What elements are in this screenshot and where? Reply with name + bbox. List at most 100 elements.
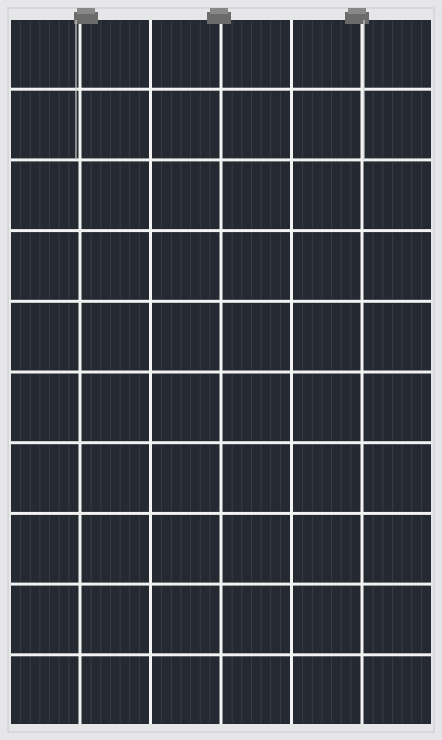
- solar-cell-surface: [222, 585, 290, 654]
- solar-cell: [81, 302, 149, 371]
- solar-cell: [81, 656, 149, 724]
- solar-cell-surface: [11, 232, 79, 300]
- solar-cell-surface: [81, 161, 149, 230]
- solar-cell: [293, 232, 361, 300]
- solar-cell-surface: [81, 302, 149, 371]
- solar-cell-surface: [152, 373, 220, 442]
- solar-cell-surface: [11, 90, 79, 159]
- solar-cell-surface: [363, 514, 431, 583]
- solar-cell: [11, 373, 79, 442]
- solar-cell: [222, 444, 290, 512]
- solar-cell: [81, 585, 149, 654]
- solar-cell-surface: [293, 232, 361, 300]
- solar-cell-surface: [11, 373, 79, 442]
- solar-cell: [11, 585, 79, 654]
- solar-cell-surface: [363, 20, 431, 88]
- solar-cell: [11, 514, 79, 583]
- solar-cell: [152, 444, 220, 512]
- solar-cell-surface: [222, 90, 290, 159]
- solar-cell-surface: [222, 302, 290, 371]
- cell-grid: [11, 20, 431, 724]
- solar-cell-surface: [363, 90, 431, 159]
- solar-cell-surface: [293, 302, 361, 371]
- solar-cell: [293, 90, 361, 159]
- solar-cell: [152, 161, 220, 230]
- solar-cell-surface: [363, 232, 431, 300]
- solar-cell: [152, 20, 220, 88]
- solar-cell: [293, 444, 361, 512]
- junction-box-cap: [77, 8, 95, 14]
- solar-cell-surface: [152, 161, 220, 230]
- solar-cell-surface: [222, 20, 290, 88]
- solar-cell-surface: [152, 585, 220, 654]
- solar-cell-surface: [152, 90, 220, 159]
- solar-cell-surface: [293, 161, 361, 230]
- solar-cell: [293, 656, 361, 724]
- junction-box-cap: [210, 8, 228, 14]
- solar-cell: [152, 585, 220, 654]
- junction-box-cap: [348, 8, 366, 14]
- solar-cell: [11, 20, 79, 88]
- solar-cell-surface: [363, 373, 431, 442]
- solar-cell: [81, 161, 149, 230]
- solar-cell: [293, 514, 361, 583]
- solar-cell: [363, 302, 431, 371]
- solar-cell: [222, 302, 290, 371]
- solar-cell-surface: [293, 656, 361, 724]
- solar-cell: [152, 373, 220, 442]
- solar-cell: [293, 20, 361, 88]
- solar-cell-surface: [81, 514, 149, 583]
- solar-cell-surface: [81, 20, 149, 88]
- solar-cell-surface: [81, 232, 149, 300]
- solar-cell-surface: [11, 656, 79, 724]
- solar-cell-surface: [293, 373, 361, 442]
- solar-cell-surface: [152, 20, 220, 88]
- solar-cell: [293, 585, 361, 654]
- solar-cell-surface: [293, 20, 361, 88]
- solar-cell: [152, 514, 220, 583]
- solar-cell-surface: [152, 302, 220, 371]
- solar-cell: [222, 585, 290, 654]
- solar-panel: [0, 0, 442, 740]
- solar-cell-surface: [152, 656, 220, 724]
- solar-cell: [363, 514, 431, 583]
- solar-cell-surface: [363, 585, 431, 654]
- solar-cell-surface: [363, 302, 431, 371]
- solar-cell: [293, 161, 361, 230]
- solar-cell-surface: [152, 232, 220, 300]
- solar-cell-surface: [363, 161, 431, 230]
- solar-cell-surface: [152, 514, 220, 583]
- solar-cell: [363, 444, 431, 512]
- solar-cell-surface: [11, 444, 79, 512]
- solar-cell-surface: [222, 232, 290, 300]
- solar-cell: [363, 656, 431, 724]
- solar-cell: [11, 656, 79, 724]
- solar-cell-surface: [222, 444, 290, 512]
- solar-cell-surface: [222, 373, 290, 442]
- solar-cell-surface: [11, 20, 79, 88]
- solar-cell: [11, 90, 79, 159]
- solar-cell-surface: [11, 514, 79, 583]
- solar-cell: [222, 232, 290, 300]
- solar-cell: [81, 514, 149, 583]
- solar-cell: [222, 514, 290, 583]
- solar-cell: [152, 90, 220, 159]
- solar-cell-surface: [363, 444, 431, 512]
- solar-cell-surface: [81, 373, 149, 442]
- solar-cell-surface: [222, 656, 290, 724]
- solar-cell: [293, 373, 361, 442]
- solar-cell: [11, 232, 79, 300]
- solar-cell: [363, 373, 431, 442]
- solar-cell-surface: [11, 161, 79, 230]
- solar-cell: [363, 161, 431, 230]
- solar-cell: [222, 90, 290, 159]
- solar-cell: [152, 656, 220, 724]
- solar-cell-surface: [152, 444, 220, 512]
- solar-cell-surface: [11, 302, 79, 371]
- solar-cell: [363, 90, 431, 159]
- solar-cell-surface: [11, 585, 79, 654]
- solar-cell: [222, 373, 290, 442]
- solar-cell-surface: [293, 514, 361, 583]
- solar-cell-surface: [81, 444, 149, 512]
- solar-cell-surface: [293, 585, 361, 654]
